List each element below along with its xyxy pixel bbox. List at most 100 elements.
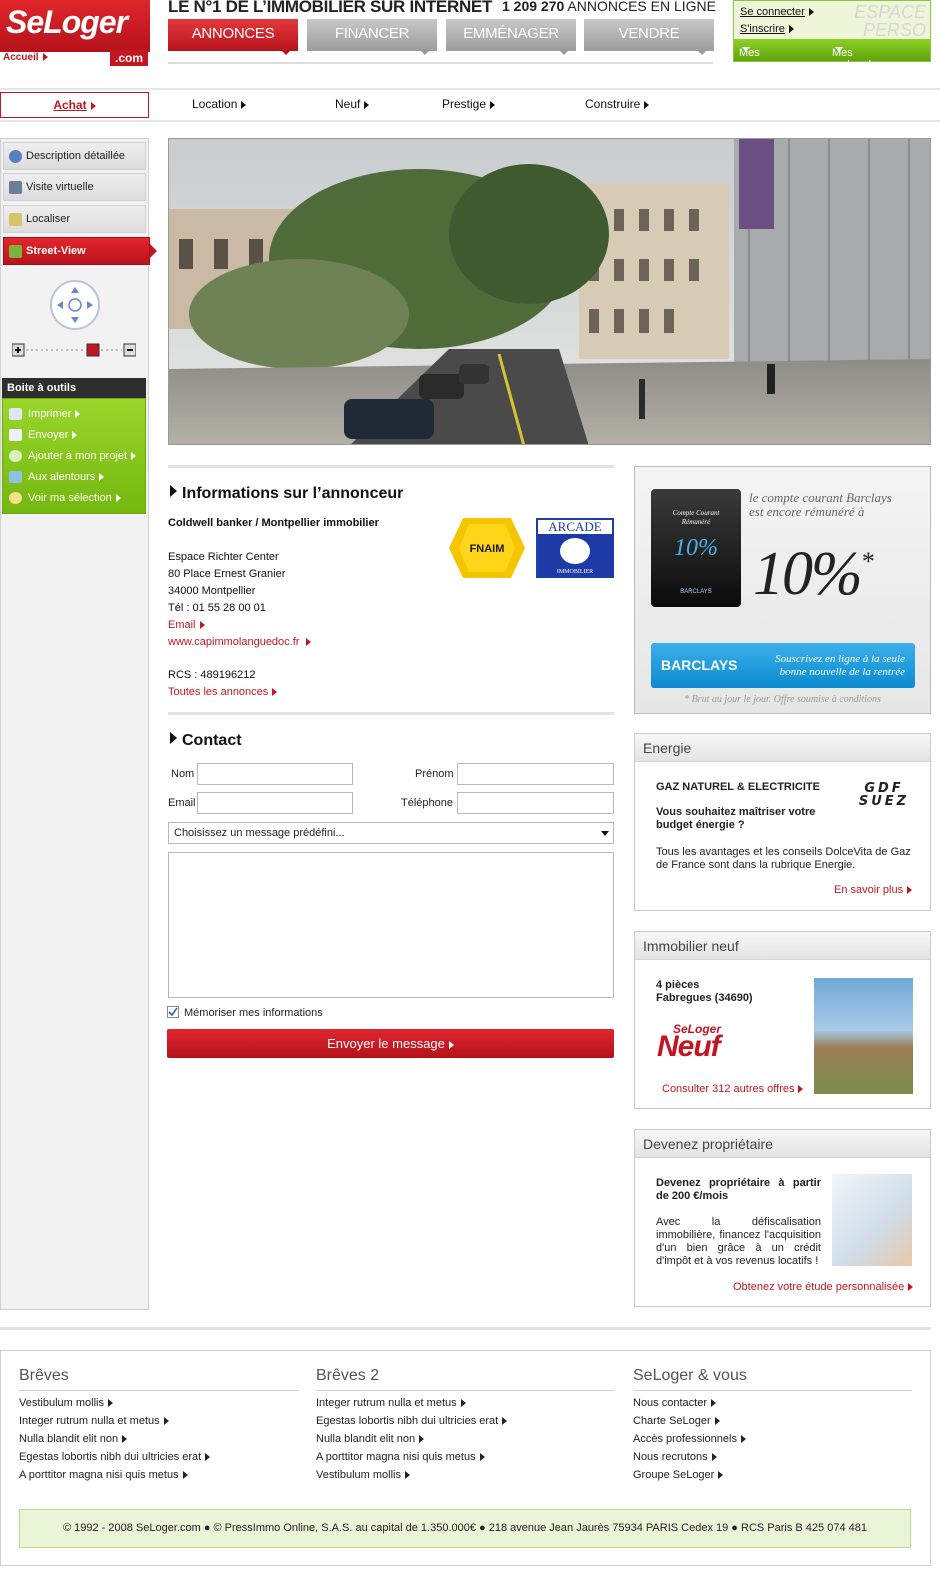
- tool-add-project[interactable]: Ajouter à mon projet: [9, 450, 137, 463]
- arcade-logo-title: ARCADE: [538, 520, 612, 534]
- prenom-label: Prénom: [415, 768, 454, 780]
- logo-suffix: .com: [109, 50, 148, 66]
- footer-link[interactable]: Vestibulum mollis: [19, 1397, 113, 1409]
- predefined-message-select[interactable]: Choisissez un message prédéfini...: [168, 822, 614, 844]
- sidebar-item-description[interactable]: Description détaillée: [3, 142, 146, 170]
- remember-label: Mémoriser mes informations: [184, 1007, 323, 1019]
- subnav-location[interactable]: Location: [192, 97, 247, 111]
- email-field[interactable]: [197, 792, 353, 814]
- fnaim-logo: FNAIM: [449, 518, 525, 578]
- footer-link[interactable]: Nous recrutons: [633, 1451, 717, 1463]
- map-icon: [9, 213, 22, 226]
- footer-link[interactable]: A porttitor magna nisi quis metus: [19, 1469, 188, 1481]
- contact-title: Contact: [170, 732, 242, 750]
- footer-link[interactable]: Egestas lobortis nibh dui ultricies erat: [19, 1451, 211, 1463]
- toolbox-title: Boite à outils: [2, 378, 146, 398]
- tool-print[interactable]: Imprimer: [9, 408, 81, 421]
- tab-vendre[interactable]: VENDRE: [584, 19, 714, 51]
- footer-link[interactable]: Groupe SeLoger: [633, 1469, 724, 1481]
- card-graphic: Compte Courant Rémunéré 10% BARCLAYS: [651, 489, 741, 607]
- proprio-link[interactable]: Obtenez votre étude personnalisée: [733, 1281, 914, 1293]
- nearby-icon: [9, 471, 22, 484]
- tab-annonces[interactable]: ANNONCES: [168, 19, 298, 51]
- home-link[interactable]: Accueil: [3, 52, 48, 63]
- subnav-neuf[interactable]: Neuf: [335, 97, 370, 111]
- footer-col3-rule: [633, 1390, 912, 1391]
- arcade-logo: ARCADE IMMOBILIER: [536, 518, 614, 578]
- subnav-prestige[interactable]: Prestige: [442, 97, 496, 111]
- neuf-box: Immobilier neuf 4 pièces Fabregues (3469…: [634, 931, 931, 1109]
- nom-field[interactable]: [197, 763, 353, 785]
- tool-nearby[interactable]: Aux alentours: [9, 471, 105, 484]
- tool-selection[interactable]: Voir ma sélection: [9, 492, 121, 505]
- footer-link[interactable]: Integer rutrum nulla et metus: [316, 1397, 466, 1409]
- seloger-logo[interactable]: SeLoger .com Accueil: [0, 0, 150, 66]
- barclays-ad[interactable]: Compte Courant Rémunéré 10% BARCLAYS le …: [634, 466, 931, 714]
- subnav-construire[interactable]: Construire: [585, 97, 650, 111]
- streetview-icon: [9, 245, 22, 258]
- nav-divider: [168, 62, 713, 64]
- pan-control[interactable]: [50, 280, 100, 330]
- ads-count: 1 209 270 ANNONCES EN LIGNE: [502, 0, 716, 14]
- add-icon: [9, 450, 22, 463]
- all-ads-link[interactable]: Toutes les annonces: [168, 686, 278, 698]
- checkbox-checked-icon[interactable]: [167, 1006, 179, 1018]
- prenom-field[interactable]: [457, 763, 614, 785]
- pan-arrows-icon: [57, 287, 93, 323]
- ads-count-label: ANNONCES EN LIGNE: [567, 0, 717, 14]
- barclays-rate: 10%*: [753, 540, 874, 608]
- couple-photo: [832, 1174, 912, 1266]
- sidebar-item-visite[interactable]: Visite virtuelle: [3, 173, 146, 201]
- sidebar-item-label: Description détaillée: [26, 150, 126, 162]
- tool-send[interactable]: Envoyer: [9, 429, 78, 442]
- telephone-field[interactable]: [457, 792, 614, 814]
- logo-wordmark: SeLoger: [6, 4, 128, 40]
- footer-link[interactable]: Integer rutrum nulla et metus: [19, 1415, 169, 1427]
- login-link[interactable]: Se connecter: [740, 6, 814, 18]
- message-textarea[interactable]: [168, 852, 614, 998]
- agency-phone: Tél : 01 55 28 00 01: [168, 602, 266, 614]
- neuf-rooms: 4 pièces: [656, 979, 700, 991]
- card-rate: 10%: [674, 535, 718, 561]
- proprio-text: Avec la défiscalisation immobilière, fin…: [656, 1216, 821, 1267]
- neuf-link[interactable]: Consulter 312 autres offres: [662, 1083, 804, 1095]
- footer-link[interactable]: Egestas lobortis nibh dui ultricies erat: [316, 1415, 508, 1427]
- register-link[interactable]: S'inscrire: [740, 23, 794, 35]
- agency-name: Coldwell banker / Montpellier immobilier: [168, 517, 379, 529]
- seloger-neuf-logo: SeLoger Neuf: [657, 1022, 722, 1063]
- subnav-achat[interactable]: Achat: [0, 92, 149, 118]
- subnav-top-border: [0, 88, 940, 90]
- sidebar-item-localiser[interactable]: Localiser: [3, 205, 146, 233]
- email-label: Email: [168, 797, 196, 809]
- proprio-box: Devenez propriétaire Devenez propriétair…: [634, 1129, 931, 1307]
- tab-emmenager[interactable]: EMMÉNAGER: [446, 19, 576, 51]
- footer-link[interactable]: Accès professionnels: [633, 1433, 746, 1445]
- card-line2: Rémunéré: [681, 518, 711, 526]
- barclays-cta[interactable]: BARCLAYS Souscrivez en ligne à la seule b…: [651, 643, 915, 688]
- footer-link[interactable]: Vestibulum mollis: [316, 1469, 410, 1481]
- tab-financer[interactable]: FINANCER: [307, 19, 437, 51]
- property-photo[interactable]: [814, 978, 913, 1094]
- agency-email-link[interactable]: Email: [168, 619, 205, 631]
- footer-link[interactable]: Charte SeLoger: [633, 1415, 720, 1427]
- footer-link[interactable]: Nulla blandit elit non: [316, 1433, 425, 1445]
- energie-link[interactable]: En savoir plus: [834, 884, 913, 896]
- fnaim-logo-text: FNAIM: [470, 543, 505, 555]
- footer-link[interactable]: Nulla blandit elit non: [19, 1433, 128, 1445]
- gdf-suez-logo: GDF SUEZ: [858, 781, 910, 809]
- footer-link[interactable]: Nous contacter: [633, 1397, 716, 1409]
- address-line3: 34000 Montpellier: [168, 585, 256, 597]
- agency-website-link[interactable]: www.capimmolanguedoc.fr: [168, 636, 312, 648]
- sidebar-item-streetview[interactable]: Street-View: [3, 237, 157, 265]
- streetview-photo[interactable]: [168, 138, 931, 445]
- footer-col2-title: Brêves 2: [316, 1367, 380, 1384]
- remember-checkbox[interactable]: Mémoriser mes informations: [167, 1006, 323, 1019]
- arcade-emblem-icon: [560, 538, 590, 564]
- send-message-button[interactable]: Envoyer le message: [167, 1029, 614, 1058]
- neuf-city: Fabregues (34690): [656, 992, 753, 1004]
- footer-link[interactable]: A porttitor magna nisi quis metus: [316, 1451, 485, 1463]
- espace-perso-box: ESPACE PERSO Se connecter S'inscrire Mes…: [733, 0, 931, 71]
- sidebar-item-label: Visite virtuelle: [26, 181, 94, 193]
- zoom-slider[interactable]: [12, 343, 136, 357]
- site-tagline: LE N°1 DE L’IMMOBILIER SUR INTERNET: [168, 0, 493, 16]
